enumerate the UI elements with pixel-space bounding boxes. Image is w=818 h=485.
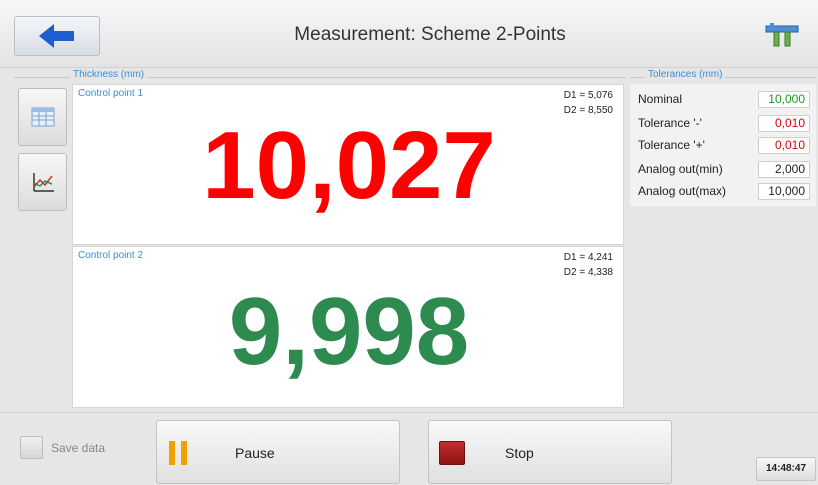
control-point-2-label: Control point 2 bbox=[78, 250, 144, 261]
arrow-left-icon bbox=[39, 24, 74, 48]
caliper-icon[interactable] bbox=[764, 22, 800, 50]
tolerance-plus-label: Tolerance '+' bbox=[638, 138, 705, 152]
analog-out-min-label: Analog out(min) bbox=[638, 162, 723, 176]
pause-button[interactable]: Pause bbox=[156, 420, 400, 484]
control-point-1-label: Control point 1 bbox=[78, 88, 144, 99]
back-button[interactable] bbox=[14, 16, 100, 56]
chart-view-button[interactable] bbox=[18, 153, 67, 211]
analog-out-max-field[interactable]: 10,000 bbox=[758, 183, 810, 200]
chart-icon bbox=[32, 173, 54, 192]
control-point-1-panel: Control point 1 D1 = 5,076 D2 = 8,550 10… bbox=[72, 84, 624, 245]
tolerance-minus-label: Tolerance '-' bbox=[638, 116, 702, 130]
tolerance-row-analog-min: Analog out(min) 2,000 bbox=[638, 158, 816, 180]
pause-label: Pause bbox=[235, 445, 275, 461]
save-data-label: Save data bbox=[51, 441, 106, 455]
save-data-checkbox[interactable] bbox=[20, 436, 43, 459]
stop-button[interactable]: Stop bbox=[428, 420, 672, 484]
footer-separator bbox=[0, 412, 818, 413]
tolerances-panel: Nominal 10,000 Tolerance '-' 0,010 Toler… bbox=[630, 84, 816, 206]
nominal-field[interactable]: 10,000 bbox=[758, 91, 810, 108]
analog-out-max-label: Analog out(max) bbox=[638, 184, 727, 198]
tolerance-row-analog-max: Analog out(max) 10,000 bbox=[638, 180, 816, 202]
control-point-2-value: 9,998 bbox=[228, 278, 470, 385]
thickness-group-label: Thickness (mm) bbox=[70, 69, 148, 81]
control-point-2-d1: D1 = 4,241 bbox=[563, 252, 613, 263]
header-bar: Measurement: Scheme 2-Points bbox=[0, 0, 818, 68]
tolerance-row-minus: Tolerance '-' 0,010 bbox=[638, 112, 816, 134]
tolerance-minus-field[interactable]: 0,010 bbox=[758, 115, 810, 132]
control-point-2-panel: Control point 2 D1 = 4,241 D2 = 4,338 9,… bbox=[72, 246, 624, 408]
control-point-2-distances: D1 = 4,241 D2 = 4,338 bbox=[564, 250, 613, 280]
clock: 14:48:47 bbox=[756, 457, 816, 481]
tolerance-row-plus: Tolerance '+' 0,010 bbox=[638, 134, 816, 156]
page-title: Measurement: Scheme 2-Points bbox=[294, 24, 566, 45]
table-view-button[interactable] bbox=[18, 88, 67, 146]
tolerances-group-label: Tolerances (mm) bbox=[645, 69, 726, 81]
nominal-label: Nominal bbox=[638, 92, 683, 106]
analog-out-min-field[interactable]: 2,000 bbox=[758, 161, 810, 178]
tolerance-plus-field[interactable]: 0,010 bbox=[758, 137, 810, 154]
tolerance-row-nominal: Nominal 10,000 bbox=[638, 88, 816, 110]
control-point-1-value: 10,027 bbox=[202, 112, 496, 219]
table-icon bbox=[31, 107, 54, 127]
stop-label: Stop bbox=[505, 445, 534, 461]
stop-icon bbox=[439, 441, 465, 465]
control-point-1-d1: D1 = 5,076 bbox=[563, 90, 613, 101]
